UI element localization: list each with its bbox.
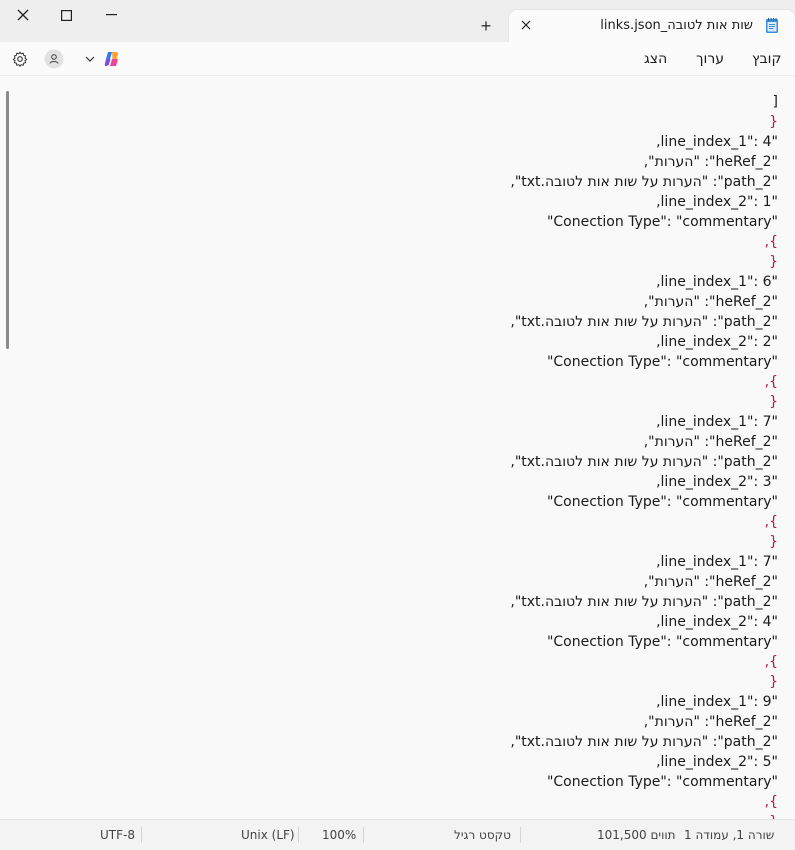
editor-line: "line_index_1": 4, (656, 134, 778, 150)
editor-line: [ (772, 94, 778, 110)
editor-line: "line_index_2": 3, (656, 474, 778, 490)
editor-line: "Conection Type": "commentary" (546, 214, 778, 230)
copilot-button[interactable] (101, 48, 123, 70)
editor-line: "line_index_1": 9, (656, 694, 778, 710)
editor-line: { (769, 534, 778, 550)
gear-icon (12, 51, 28, 67)
editor-line: "line_index_2": 4, (656, 614, 778, 630)
status-encoding[interactable]: UTF-8 (100, 828, 135, 842)
editor-line: "line_index_1": 6, (656, 274, 778, 290)
editor-line: }, (764, 654, 778, 670)
editor-line: }, (764, 514, 778, 530)
editor-line: "Conection Type": "commentary" (546, 634, 778, 650)
copilot-icon (104, 52, 119, 66)
vertical-scrollbar[interactable] (6, 91, 9, 349)
editor-line: "Conection Type": "commentary" (546, 774, 778, 790)
tab-title: links.json_שות אות לטובה (600, 18, 753, 33)
editor-line: "heRef_2": "הערות", (643, 714, 778, 730)
notepad-icon (766, 18, 778, 33)
editor-lines: [ { "line_index_1": 4, "heRef_2": "הערות", "… (78, 92, 778, 819)
editor-line: "path_2": "הערות על שות אות לטובה.txt", (510, 314, 778, 330)
status-zoom[interactable]: 100% (322, 828, 356, 842)
status-char-count: 101,500 תווים (597, 828, 676, 842)
editor-line: "heRef_2": "הערות", (643, 154, 778, 170)
menu-bar: הצג ערוך קובץ (0, 42, 795, 76)
menu-file[interactable]: קובץ (752, 51, 781, 67)
title-bar: + links.json_שות אות לטובה (0, 0, 795, 42)
account-icon (44, 49, 64, 69)
editor-line: "path_2": "הערות על שות אות לטובה.txt", (510, 454, 778, 470)
status-cursor-position: שורה 1, עמודה 1 (684, 828, 775, 842)
close-icon (17, 9, 29, 21)
menu-view[interactable]: הצג (644, 51, 667, 67)
editor-line: { (769, 394, 778, 410)
maximize-icon (60, 9, 72, 21)
menu-edit[interactable]: ערוך (696, 51, 724, 67)
settings-button[interactable] (9, 48, 31, 70)
editor-line: "line_index_2": 5, (656, 754, 778, 770)
profile-button[interactable] (43, 48, 65, 70)
status-text-mode[interactable]: טקסט רגיל (454, 828, 511, 842)
editor-line: "heRef_2": "הערות", (643, 434, 778, 450)
close-window-button[interactable] (0, 0, 46, 30)
editor-line: "heRef_2": "הערות", (643, 574, 778, 590)
minimize-icon (105, 14, 117, 16)
new-tab-button[interactable]: + (476, 16, 496, 36)
copilot-dropdown-button[interactable] (79, 48, 101, 70)
status-line-endings[interactable]: Unix (LF) (241, 828, 295, 842)
editor-line: { (769, 114, 778, 130)
editor-line: }, (764, 794, 778, 810)
editor-line: "line_index_1": 7, (656, 554, 778, 570)
editor-line: "Conection Type": "commentary" (546, 354, 778, 370)
editor-line: "line_index_2": 1, (656, 194, 778, 210)
tab-links-json[interactable]: links.json_שות אות לטובה (509, 10, 795, 42)
chevron-down-icon (85, 56, 95, 62)
editor-line: }, (764, 374, 778, 390)
text-editor[interactable]: [ { "line_index_1": 4, "heRef_2": "הערות", "… (0, 76, 795, 819)
editor-line: { (769, 674, 778, 690)
editor-line: "heRef_2": "הערות", (643, 294, 778, 310)
editor-line: "path_2": "הערות על שות אות לטובה.txt", (510, 174, 778, 190)
minimize-window-button[interactable] (88, 0, 134, 30)
editor-line: { (78, 812, 778, 819)
tab-close-button[interactable] (519, 18, 533, 32)
plus-icon: + (480, 15, 492, 36)
editor-line: "path_2": "הערות על שות אות לטובה.txt", (510, 734, 778, 750)
status-bar: UTF-8 Unix (LF) 100% טקסט רגיל 101,500 ת… (0, 819, 795, 850)
editor-line: "line_index_1": 7, (656, 414, 778, 430)
editor-line: "Conection Type": "commentary" (546, 494, 778, 510)
editor-line: "path_2": "הערות על שות אות לטובה.txt", (510, 594, 778, 610)
editor-line: "line_index_2": 2, (656, 334, 778, 350)
maximize-window-button[interactable] (43, 0, 89, 30)
close-icon (521, 20, 531, 30)
editor-line: { (769, 254, 778, 270)
editor-line: }, (764, 234, 778, 250)
